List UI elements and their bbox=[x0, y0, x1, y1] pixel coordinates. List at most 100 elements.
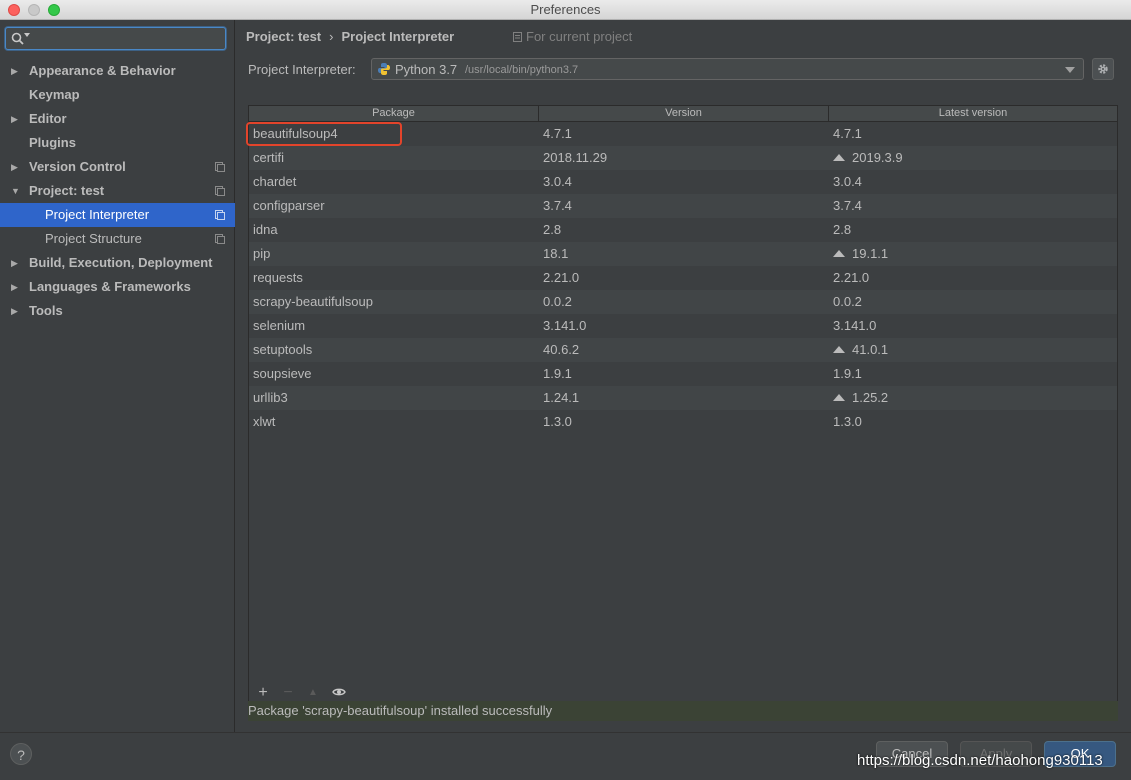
column-header-version[interactable]: Version bbox=[539, 106, 829, 121]
cell-package: soupsieve bbox=[253, 362, 312, 386]
search-dropdown-icon[interactable] bbox=[24, 33, 30, 37]
cell-text: setuptools bbox=[253, 342, 313, 357]
interpreter-path: /usr/local/bin/python3.7 bbox=[465, 64, 579, 76]
cell-package: setuptools bbox=[253, 338, 312, 362]
sidebar-item-project-test[interactable]: ▼ Project: test bbox=[0, 179, 235, 203]
sidebar-item-tools[interactable]: ▶ Tools bbox=[0, 299, 235, 323]
cell-text: 2.8 bbox=[833, 222, 852, 237]
sidebar-item-build-execution[interactable]: ▶ Build, Execution, Deployment bbox=[0, 251, 235, 275]
upgrade-available-icon bbox=[833, 346, 845, 353]
table-row[interactable]: idna 2.8 2.8 bbox=[249, 218, 1117, 242]
cell-text: 2.21.0 bbox=[833, 270, 870, 285]
cell-version: 4.7.1 bbox=[543, 122, 572, 146]
cell-text: 2.8 bbox=[543, 222, 562, 237]
cell-text: certifi bbox=[253, 150, 285, 165]
cell-latest: 2.21.0 bbox=[833, 266, 869, 290]
upgrade-package-button[interactable]: ▲ bbox=[305, 685, 321, 701]
table-row[interactable]: pip 18.1 19.1.1 bbox=[249, 242, 1117, 266]
breadcrumb-project[interactable]: Project: test bbox=[246, 29, 321, 44]
cell-package: configparser bbox=[253, 194, 325, 218]
table-row[interactable]: chardet 3.0.4 3.0.4 bbox=[249, 170, 1117, 194]
table-row[interactable]: urllib3 1.24.1 1.25.2 bbox=[249, 386, 1117, 410]
breadcrumb-separator: › bbox=[329, 29, 334, 44]
table-row[interactable]: setuptools 40.6.2 41.0.1 bbox=[249, 338, 1117, 362]
cell-text: selenium bbox=[253, 318, 306, 333]
expand-arrow-icon[interactable]: ▶ bbox=[11, 251, 18, 275]
expand-arrow-icon[interactable]: ▶ bbox=[11, 155, 18, 179]
sidebar-item-label: Build, Execution, Deployment bbox=[29, 255, 213, 270]
sidebar-item-plugins[interactable]: Plugins bbox=[0, 131, 235, 155]
breadcrumb: Project: test › Project Interpreter bbox=[246, 29, 454, 44]
title-bar: Preferences bbox=[0, 0, 1131, 20]
cell-text: 1.25.2 bbox=[852, 390, 889, 405]
project-scope-icon bbox=[215, 234, 225, 244]
table-row[interactable]: selenium 3.141.0 3.141.0 bbox=[249, 314, 1117, 338]
expand-arrow-icon[interactable]: ▶ bbox=[11, 59, 18, 83]
cell-text: 18.1 bbox=[543, 246, 569, 261]
cell-package: chardet bbox=[253, 170, 296, 194]
chevron-down-icon[interactable] bbox=[1065, 67, 1075, 73]
sidebar-item-label: Plugins bbox=[29, 135, 76, 150]
cell-text: 2.21.0 bbox=[543, 270, 580, 285]
expand-arrow-icon[interactable]: ▶ bbox=[11, 107, 18, 131]
window-title: Preferences bbox=[530, 2, 601, 17]
cell-latest: 0.0.2 bbox=[833, 290, 862, 314]
table-row[interactable]: scrapy-beautifulsoup 0.0.2 0.0.2 bbox=[249, 290, 1117, 314]
table-row[interactable]: soupsieve 1.9.1 1.9.1 bbox=[249, 362, 1117, 386]
cell-latest: 19.1.1 bbox=[833, 242, 888, 266]
expand-arrow-icon[interactable]: ▶ bbox=[11, 299, 18, 323]
table-row[interactable]: certifi 2018.11.29 2019.3.9 bbox=[249, 146, 1117, 170]
interpreter-select[interactable]: Python 3.7 /usr/local/bin/python3.7 bbox=[371, 58, 1084, 80]
cell-text: urllib3 bbox=[253, 390, 288, 405]
column-header-package[interactable]: Package bbox=[249, 106, 539, 121]
cell-text: 3.7.4 bbox=[543, 198, 572, 213]
cell-text: 40.6.2 bbox=[543, 342, 580, 357]
sidebar-item-project-interpreter[interactable]: Project Interpreter bbox=[0, 203, 235, 227]
sidebar-item-editor[interactable]: ▶ Editor bbox=[0, 107, 235, 131]
cell-text: 1.9.1 bbox=[833, 366, 862, 381]
help-button[interactable]: ? bbox=[10, 743, 32, 765]
sidebar-item-label: Version Control bbox=[29, 159, 126, 174]
remove-package-button[interactable]: − bbox=[280, 685, 296, 701]
sidebar-item-label: Project Structure bbox=[45, 231, 142, 246]
cell-latest: 4.7.1 bbox=[833, 122, 862, 146]
cell-text: 3.141.0 bbox=[543, 318, 587, 333]
collapse-arrow-icon[interactable]: ▼ bbox=[11, 179, 20, 203]
page-icon bbox=[513, 32, 522, 42]
settings-search-input[interactable] bbox=[5, 27, 226, 50]
upgrade-available-icon bbox=[833, 394, 845, 401]
add-package-button[interactable]: + bbox=[255, 685, 271, 701]
interpreter-name: Python 3.7 bbox=[395, 62, 458, 77]
cell-text: requests bbox=[253, 270, 303, 285]
sidebar-item-label: Project: test bbox=[29, 183, 105, 198]
interpreter-settings-button[interactable] bbox=[1092, 58, 1114, 80]
cell-text: 1.9.1 bbox=[543, 366, 572, 381]
sidebar-item-keymap[interactable]: Keymap bbox=[0, 83, 235, 107]
table-row[interactable]: configparser 3.7.4 3.7.4 bbox=[249, 194, 1117, 218]
cell-text: 3.141.0 bbox=[833, 318, 877, 333]
sidebar-item-label: Languages & Frameworks bbox=[29, 279, 191, 294]
expand-arrow-icon[interactable]: ▶ bbox=[11, 275, 18, 299]
project-scope-icon bbox=[215, 210, 225, 220]
sidebar-item-appearance[interactable]: ▶ Appearance & Behavior bbox=[0, 59, 235, 83]
cell-text: pip bbox=[253, 246, 271, 261]
sidebar-item-languages[interactable]: ▶ Languages & Frameworks bbox=[0, 275, 235, 299]
column-header-latest-version[interactable]: Latest version bbox=[829, 106, 1117, 121]
sidebar-item-version-control[interactable]: ▶ Version Control bbox=[0, 155, 235, 179]
cell-package: idna bbox=[253, 218, 278, 242]
cell-latest: 1.25.2 bbox=[833, 386, 888, 410]
table-row[interactable]: requests 2.21.0 2.21.0 bbox=[249, 266, 1117, 290]
for-current-project-note: For current project bbox=[513, 29, 632, 44]
cell-latest: 3.0.4 bbox=[833, 170, 862, 194]
show-early-releases-button[interactable] bbox=[331, 685, 347, 701]
cell-version: 2018.11.29 bbox=[543, 146, 607, 170]
project-scope-icon bbox=[215, 162, 225, 172]
cell-text: 2018.11.29 bbox=[543, 150, 608, 165]
cell-package: selenium bbox=[253, 314, 305, 338]
sidebar-item-project-structure[interactable]: Project Structure bbox=[0, 227, 235, 251]
table-row[interactable]: xlwt 1.3.0 1.3.0 bbox=[249, 410, 1117, 434]
cell-text: soupsieve bbox=[253, 366, 312, 381]
cell-version: 1.3.0 bbox=[543, 410, 572, 434]
cell-version: 0.0.2 bbox=[543, 290, 572, 314]
breadcrumb-page: Project Interpreter bbox=[341, 29, 455, 44]
